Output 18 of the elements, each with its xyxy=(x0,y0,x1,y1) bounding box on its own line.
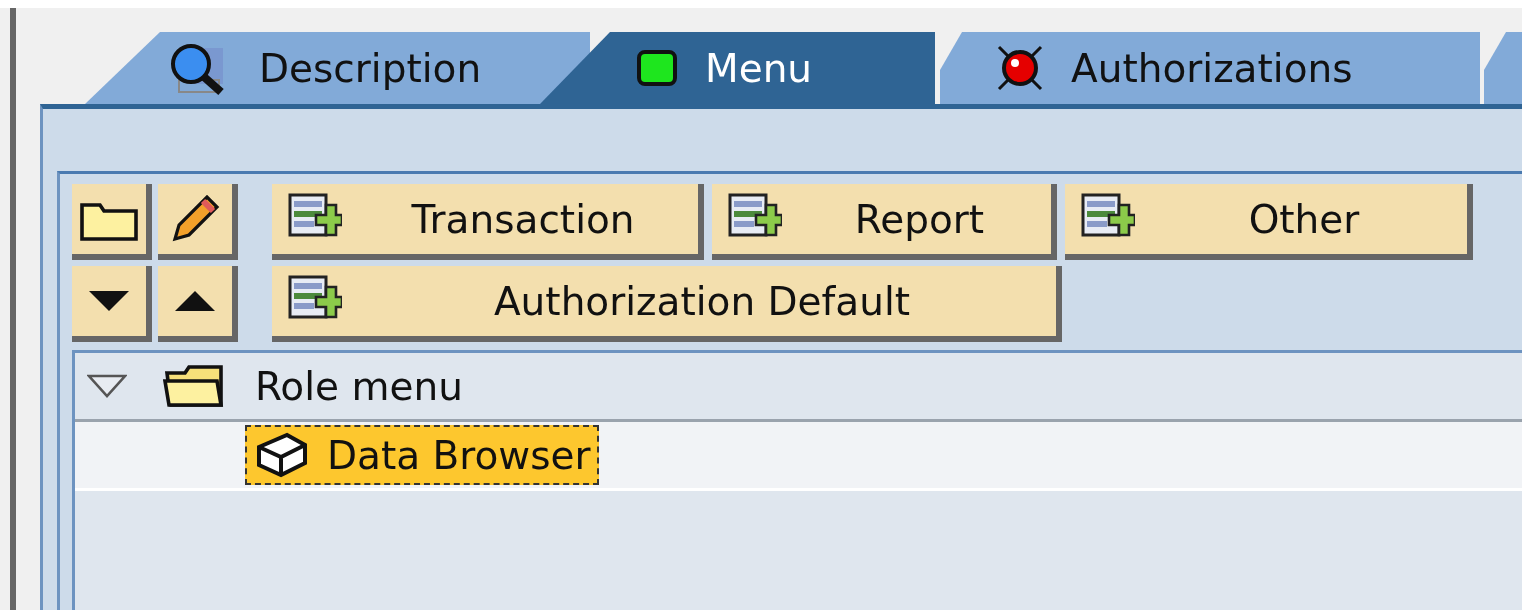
alert-light-icon xyxy=(995,43,1045,93)
expanded-triangle-icon[interactable] xyxy=(87,374,127,398)
tab[interactable]: Description xyxy=(85,32,590,104)
add-button[interactable]: Report xyxy=(712,184,1057,260)
move-up-button[interactable] xyxy=(158,266,238,342)
status-light-icon xyxy=(635,48,679,88)
tree-node-label[interactable]: Role menu xyxy=(255,363,463,409)
down-triangle-icon xyxy=(89,291,129,311)
add-button[interactable]: Transaction xyxy=(272,184,704,260)
tree-node[interactable]: Data Browser xyxy=(245,425,599,485)
add-button[interactable]: Authorization Default xyxy=(272,266,1062,342)
folder-button[interactable] xyxy=(72,184,152,260)
add-button[interactable]: Other xyxy=(1065,184,1473,260)
move-down-button[interactable] xyxy=(72,266,152,342)
pencil-button[interactable] xyxy=(158,184,238,260)
tab[interactable]: Menu xyxy=(540,32,935,104)
up-triangle-icon xyxy=(175,291,215,311)
tab[interactable]: Authorizations xyxy=(940,32,1480,104)
